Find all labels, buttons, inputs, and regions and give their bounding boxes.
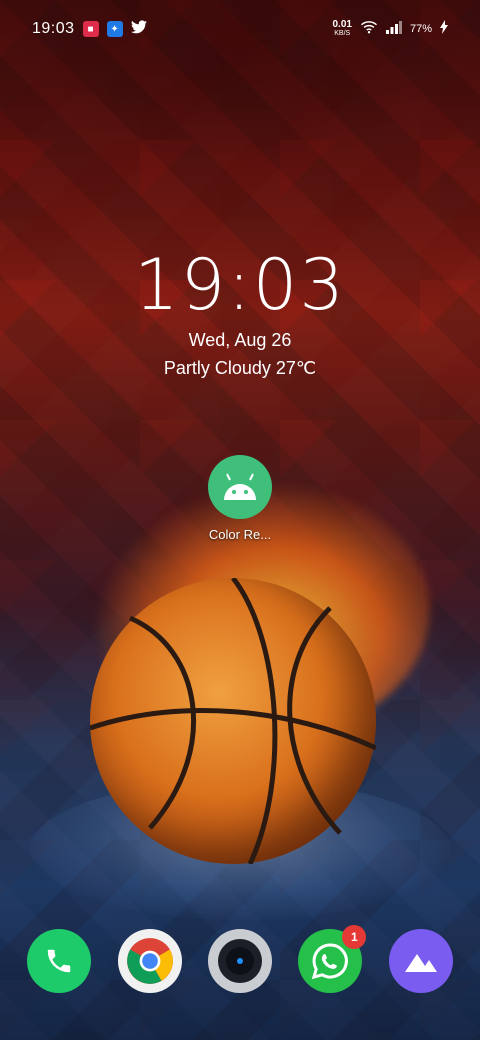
signal-icon bbox=[385, 20, 402, 38]
wifi-icon bbox=[360, 20, 378, 38]
net-speed: 0.01 KB/S bbox=[332, 19, 352, 38]
whatsapp-icon bbox=[312, 943, 349, 980]
dock-gallery[interactable] bbox=[388, 929, 453, 993]
clock-time[interactable]: 19:03 bbox=[0, 244, 480, 326]
app-label: Color Re... bbox=[208, 527, 272, 542]
battery-level: 77% bbox=[409, 23, 432, 35]
dock: 1 bbox=[0, 925, 480, 994]
dock-chrome[interactable] bbox=[117, 929, 182, 993]
app-red-icon: ■ bbox=[82, 21, 99, 37]
weather-text[interactable]: Partly Cloudy 27℃ bbox=[0, 358, 480, 379]
dock-whatsapp[interactable]: 1 bbox=[298, 925, 367, 993]
notification-badge: 1 bbox=[342, 925, 367, 949]
phone-icon bbox=[47, 949, 71, 973]
status-bar: 19:03 ■ ✦ 0.01 KB/S 77% bbox=[0, 0, 480, 58]
dock-phone[interactable] bbox=[27, 929, 92, 993]
chrome-icon bbox=[126, 938, 173, 984]
home-app-color-re[interactable]: Color Re... bbox=[200, 455, 280, 542]
charging-icon bbox=[440, 20, 448, 38]
app-blue-icon: ✦ bbox=[106, 21, 123, 37]
gallery-icon bbox=[404, 954, 437, 972]
status-time: 19:03 bbox=[32, 20, 75, 37]
dock-camera[interactable] bbox=[207, 929, 272, 993]
twitter-icon bbox=[130, 20, 147, 38]
android-icon bbox=[208, 455, 272, 519]
camera-icon bbox=[217, 939, 262, 983]
clock-date[interactable]: Wed, Aug 26 bbox=[0, 330, 480, 351]
basketball-graphic bbox=[90, 578, 376, 864]
